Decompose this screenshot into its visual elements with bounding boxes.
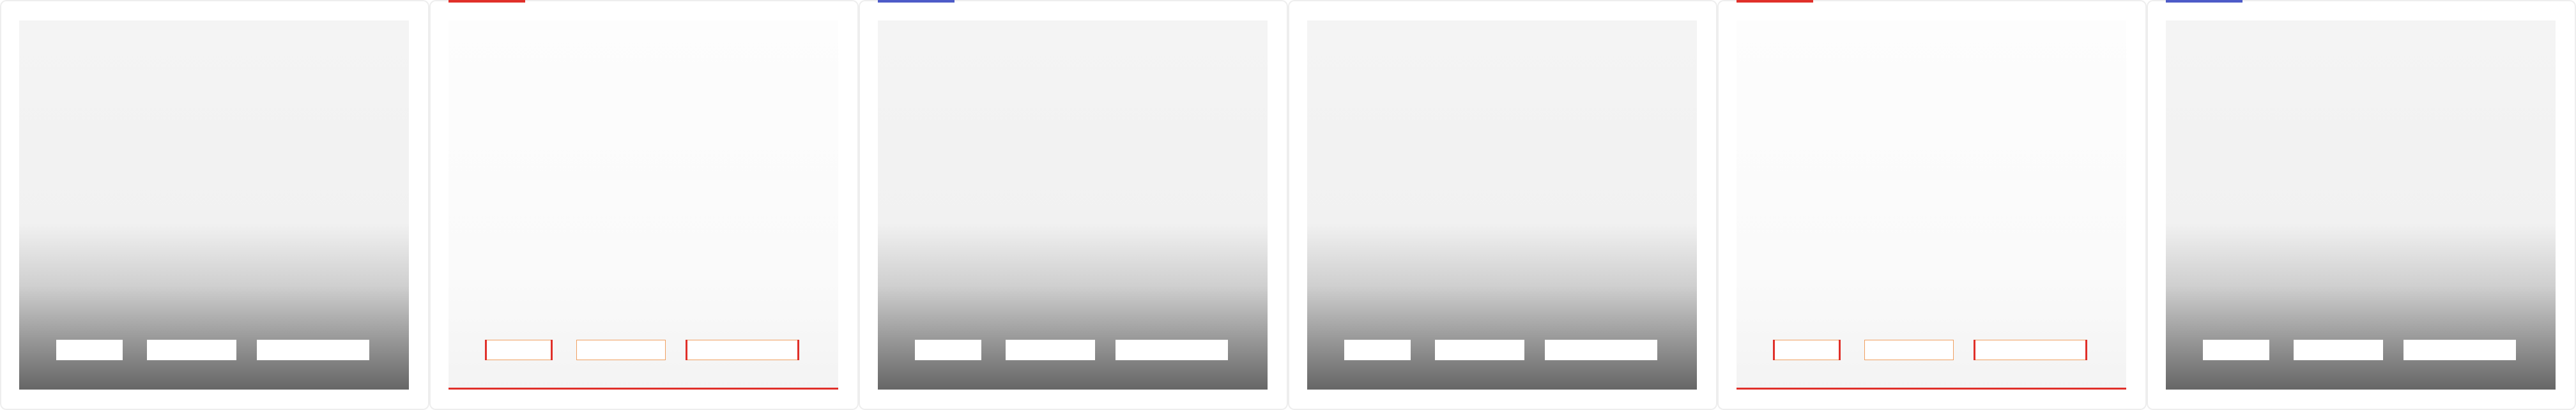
action-button-2[interactable]	[1435, 340, 1524, 360]
frame-3	[859, 0, 1288, 410]
focus-marker	[1839, 340, 1841, 360]
preview-panel	[19, 20, 409, 390]
focus-marker	[551, 340, 553, 360]
bottom-accent-line	[1736, 388, 2126, 390]
frame-4	[1288, 0, 1717, 410]
preview-panel	[1307, 20, 1697, 390]
action-button-2[interactable]	[1006, 340, 1095, 360]
screenshot-strip	[0, 0, 2576, 410]
action-button-1[interactable]	[56, 340, 123, 360]
active-tab-indicator	[878, 0, 954, 3]
frame-1	[0, 0, 429, 410]
frame-2	[429, 0, 859, 410]
action-button-2[interactable]	[1864, 340, 1954, 360]
focus-marker	[1974, 340, 1975, 360]
action-button-3[interactable]	[1116, 340, 1228, 360]
bottom-accent-line	[448, 388, 838, 390]
action-button-2[interactable]	[147, 340, 236, 360]
action-button-3[interactable]	[2404, 340, 2516, 360]
active-tab-indicator	[448, 0, 525, 3]
action-button-2[interactable]	[2294, 340, 2383, 360]
preview-panel	[2166, 20, 2556, 390]
action-button-3[interactable]	[257, 340, 369, 360]
focus-marker	[686, 340, 687, 360]
preview-panel	[1736, 20, 2126, 390]
focus-marker	[485, 340, 487, 360]
action-button-1[interactable]	[1344, 340, 1411, 360]
action-button-3[interactable]	[686, 340, 799, 360]
focus-marker	[1773, 340, 1775, 360]
active-tab-indicator	[2166, 0, 2242, 3]
action-button-1[interactable]	[485, 340, 553, 360]
action-button-1[interactable]	[2203, 340, 2269, 360]
focus-marker	[797, 340, 799, 360]
preview-panel	[878, 20, 1268, 390]
action-button-1[interactable]	[1773, 340, 1841, 360]
action-button-3[interactable]	[1545, 340, 1657, 360]
frame-6	[2147, 0, 2576, 410]
active-tab-indicator	[1736, 0, 1813, 3]
action-button-3[interactable]	[1974, 340, 2087, 360]
action-button-2[interactable]	[576, 340, 666, 360]
action-button-1[interactable]	[915, 340, 981, 360]
frame-5	[1717, 0, 2147, 410]
preview-panel	[448, 20, 838, 390]
focus-marker	[2085, 340, 2087, 360]
